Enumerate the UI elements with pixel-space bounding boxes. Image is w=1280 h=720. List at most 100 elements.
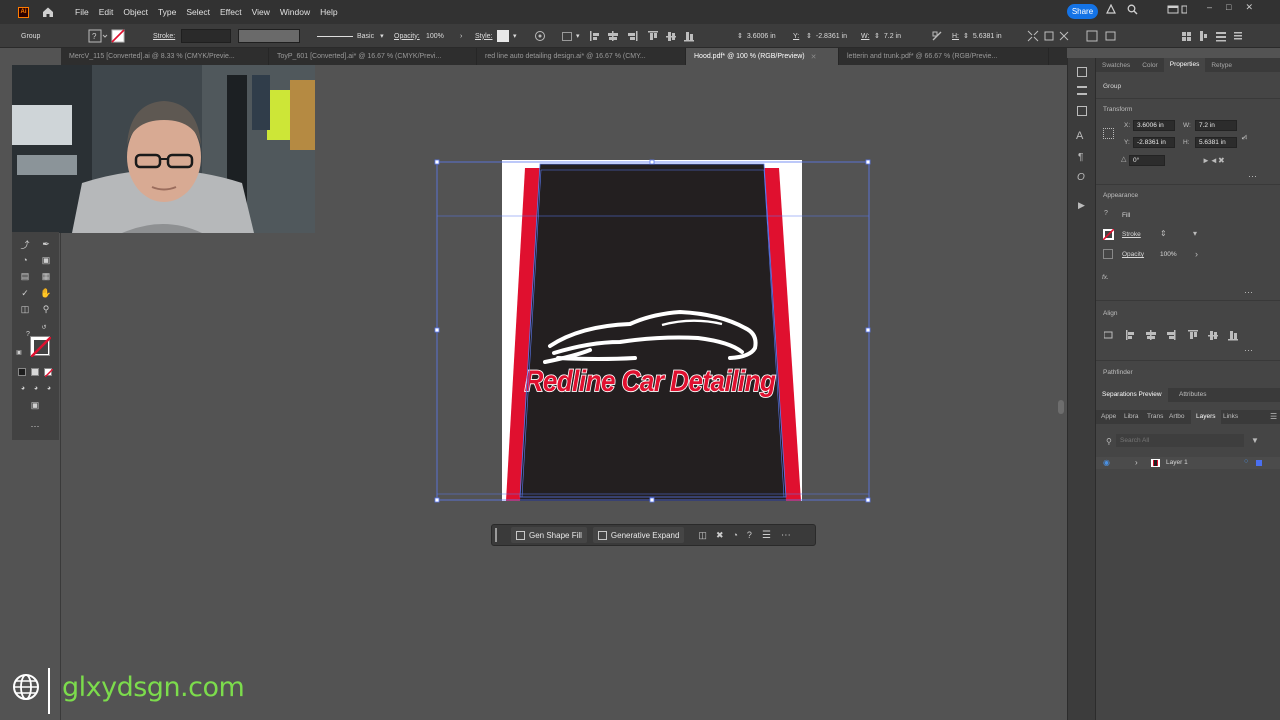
tab-swatches[interactable]: Swatches bbox=[1096, 62, 1136, 69]
menu-view[interactable]: View bbox=[252, 7, 270, 17]
layers-panel-icon[interactable] bbox=[1077, 86, 1087, 95]
opentype-panel-icon[interactable]: O bbox=[1077, 172, 1085, 183]
minimize-icon[interactable]: – bbox=[1207, 2, 1212, 13]
variable-width-profile[interactable] bbox=[238, 24, 300, 48]
gradient-mode-icon[interactable] bbox=[31, 368, 39, 376]
draw-normal-icon[interactable]: ◕ bbox=[17, 382, 29, 394]
opacity-label[interactable]: Opacity: bbox=[394, 24, 420, 48]
graphic-style-swatch[interactable]: ▾ bbox=[497, 24, 517, 48]
opacity-chevron-icon[interactable]: › bbox=[1195, 249, 1198, 259]
layer-target-icon[interactable]: ○ bbox=[1244, 458, 1248, 465]
transform-link-icon[interactable] bbox=[932, 24, 942, 48]
fill-swatch[interactable]: ? bbox=[88, 24, 128, 48]
align-more-icon[interactable]: ⋯ bbox=[1244, 345, 1253, 356]
layers-panel-menu-icon[interactable]: ☰ bbox=[1270, 412, 1277, 421]
style-label[interactable]: Style: bbox=[475, 24, 493, 48]
tab-layers[interactable]: Layers bbox=[1191, 410, 1221, 424]
tab-libraries[interactable]: Libra bbox=[1124, 413, 1138, 420]
tab-transform[interactable]: Trans bbox=[1147, 413, 1163, 420]
brand-logo-text[interactable]: Redline Car Detailing bbox=[524, 364, 777, 399]
y-value[interactable]: -2.8361 in bbox=[816, 33, 847, 40]
stroke-weight-stepper[interactable]: ⇕ bbox=[1160, 229, 1167, 238]
tab-mercv[interactable]: MercV_115 [Converted].ai @ 8.33 % (CMYK/… bbox=[61, 48, 269, 65]
gen-shape-fill-button[interactable]: Gen Shape Fill bbox=[511, 527, 587, 543]
print-tiling-tool-icon[interactable]: ◫ bbox=[19, 303, 31, 315]
stroke-swatch-icon[interactable] bbox=[1102, 228, 1115, 241]
flip-vertical-icon[interactable]: ✖ bbox=[1218, 156, 1225, 165]
layers-filter-icon[interactable]: ▼ bbox=[1251, 436, 1259, 445]
prop-h-field[interactable]: 5.6381 in bbox=[1195, 137, 1237, 148]
tab-retype[interactable]: Retype bbox=[1205, 62, 1238, 69]
brush-definition[interactable]: Basic ▾ bbox=[317, 24, 384, 48]
constrain-proportions-icon[interactable]: ⦯ bbox=[1242, 131, 1247, 142]
zoom-tool-icon[interactable]: ⚲ bbox=[40, 303, 52, 315]
menu-help[interactable]: Help bbox=[320, 7, 337, 17]
stroke-weight-stepper[interactable] bbox=[181, 24, 231, 48]
flip-horizontal-icon[interactable]: ►◄ bbox=[1202, 156, 1218, 165]
tab-artboards[interactable]: Artbo bbox=[1169, 413, 1185, 420]
help-icon[interactable]: ? bbox=[747, 530, 752, 540]
artboard-tool-icon[interactable]: ▦ bbox=[40, 270, 52, 282]
opacity-label[interactable]: Opacity bbox=[1122, 251, 1144, 258]
opacity-chevron-icon[interactable]: › bbox=[460, 24, 462, 48]
fx-button[interactable]: fx. bbox=[1102, 274, 1109, 281]
menu-file[interactable]: File bbox=[75, 7, 89, 17]
libraries-panel-icon[interactable] bbox=[1077, 106, 1087, 116]
tab-attributes[interactable]: Attributes bbox=[1179, 391, 1206, 398]
menu-effect[interactable]: Effect bbox=[220, 7, 242, 17]
draw-inside-icon[interactable]: ◕ bbox=[43, 382, 55, 394]
live-paint-tool-icon[interactable]: ▣ bbox=[40, 254, 52, 266]
layer-name[interactable]: Layer 1 bbox=[1166, 459, 1188, 466]
tab-appearance[interactable]: Appe bbox=[1101, 413, 1116, 420]
width-tool-icon[interactable]: ⤴ bbox=[19, 238, 31, 250]
default-colors-icon[interactable]: ▣ bbox=[15, 348, 23, 356]
appearance-more-icon[interactable]: ⋯ bbox=[1244, 287, 1253, 298]
discover-icon[interactable] bbox=[1106, 4, 1116, 15]
menu-object[interactable]: Object bbox=[123, 7, 148, 17]
transform-extra-icons[interactable] bbox=[1027, 24, 1127, 48]
menu-icon[interactable]: ☰ bbox=[762, 530, 771, 541]
align-icons[interactable] bbox=[590, 24, 720, 48]
maximize-icon[interactable]: □ bbox=[1226, 2, 1231, 13]
expand-layer-chevron-icon[interactable]: › bbox=[1135, 458, 1138, 467]
layers-search-input[interactable] bbox=[1116, 434, 1244, 447]
eyedropper-tool-icon[interactable]: ✒ bbox=[40, 238, 52, 250]
prop-w-field[interactable]: 7.2 in bbox=[1195, 120, 1237, 131]
prop-x-field[interactable]: 3.6006 in bbox=[1133, 120, 1175, 131]
swap-fill-stroke-icon[interactable]: ↺ bbox=[41, 324, 47, 331]
hand-tool-icon[interactable]: ✋ bbox=[40, 287, 52, 299]
character-panel-icon[interactable]: A bbox=[1076, 130, 1083, 142]
tab-hood-pdf[interactable]: Hood.pdf* @ 100 % (RGB/Preview) ✕ bbox=[686, 48, 839, 65]
close-tab-icon[interactable]: ✕ bbox=[811, 53, 817, 61]
x-value[interactable]: 3.6006 in bbox=[747, 33, 776, 40]
w-value[interactable]: 7.2 in bbox=[884, 33, 901, 40]
drag-handle-icon[interactable] bbox=[495, 528, 497, 542]
h-value[interactable]: 5.6381 in bbox=[973, 33, 1002, 40]
tab-separations-preview[interactable]: Separations Preview bbox=[1096, 388, 1168, 402]
opacity-value[interactable]: 100% bbox=[1160, 251, 1177, 258]
graph-tool-icon[interactable]: ▤ bbox=[19, 270, 31, 282]
generative-expand-button[interactable]: Generative Expand bbox=[592, 527, 685, 543]
search-icon[interactable] bbox=[1127, 4, 1138, 15]
stroke-weight-dropdown-icon[interactable]: ▾ bbox=[1193, 229, 1197, 238]
paragraph-panel-icon[interactable]: ¶ bbox=[1078, 152, 1083, 163]
transform-more-icon[interactable]: ⋯ bbox=[1248, 171, 1257, 182]
actions-panel-icon[interactable]: ▶ bbox=[1078, 200, 1085, 211]
stroke-color-swatch[interactable] bbox=[30, 336, 52, 358]
menu-edit[interactable]: Edit bbox=[99, 7, 114, 17]
close-icon[interactable]: ✕ bbox=[1245, 2, 1253, 13]
slice-tool-icon[interactable]: ✓ bbox=[19, 287, 31, 299]
hood-panel[interactable] bbox=[520, 164, 786, 501]
rotate-angle-field[interactable]: 0° bbox=[1129, 155, 1165, 166]
tab-color[interactable]: Color bbox=[1136, 62, 1164, 69]
shape-builder-tool-icon[interactable]: ◔ bbox=[19, 254, 31, 266]
vertical-scrollbar[interactable] bbox=[1058, 400, 1064, 414]
h-field[interactable]: ⇕ 5.6381 in bbox=[963, 24, 1002, 48]
tab-red-line-auto[interactable]: red line auto detailing design.ai* @ 16.… bbox=[477, 48, 686, 65]
align-buttons[interactable] bbox=[1103, 329, 1244, 343]
screen-mode-icon[interactable]: ▣ bbox=[29, 399, 41, 411]
edit-toolbar-icon[interactable]: ⋯ bbox=[29, 420, 41, 432]
menu-type[interactable]: Type bbox=[158, 7, 176, 17]
color-mode-icon[interactable] bbox=[18, 368, 26, 376]
rotate-icon[interactable]: △ bbox=[1121, 155, 1126, 163]
